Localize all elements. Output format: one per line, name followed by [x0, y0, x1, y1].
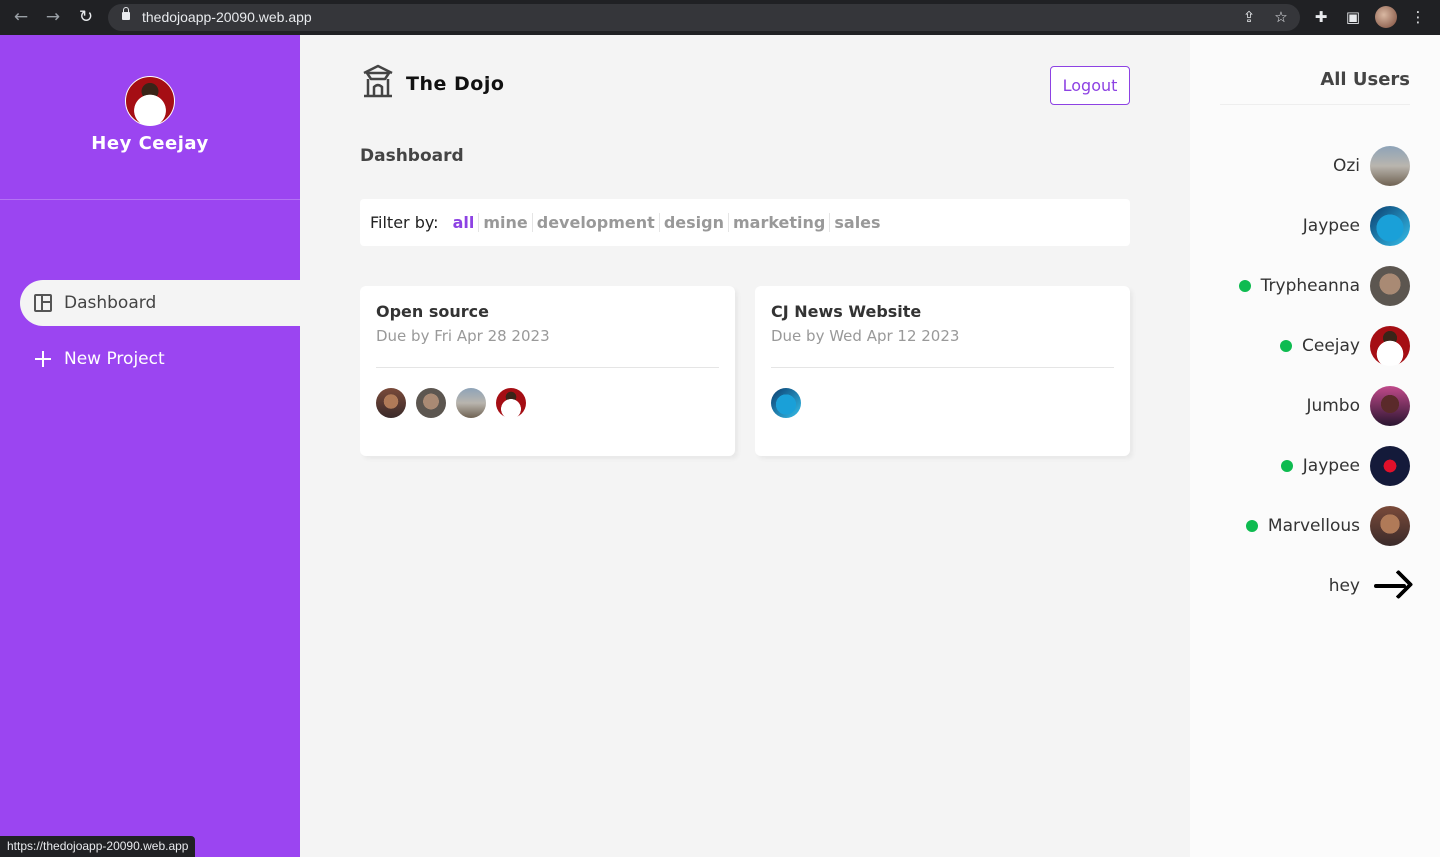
project-due-date: Due by Wed Apr 12 2023: [771, 327, 960, 345]
divider: [1220, 104, 1410, 105]
user-list-item: Jaypee: [1303, 206, 1410, 246]
assigned-user-avatar: [376, 388, 406, 418]
browser-toolbar: ← → ↻ thedojoapp-20090.web.app ⇪ ☆ ✚ ▣ ⋮: [0, 0, 1440, 35]
user-name: Jaypee: [1302, 216, 1360, 236]
avatar: [125, 76, 175, 126]
sidebar-item-label: Dashboard: [64, 293, 157, 313]
divider: [376, 367, 719, 368]
filter-option-development[interactable]: development: [533, 213, 660, 232]
users-panel: All Users Ozi Jaypee Trypheanna Ceejay J…: [1190, 35, 1440, 857]
user-greeting: Hey Ceejay: [91, 133, 209, 154]
project-card[interactable]: CJ News Website Due by Wed Apr 12 2023: [755, 286, 1130, 456]
address-bar[interactable]: thedojoapp-20090.web.app ⇪ ☆: [108, 4, 1300, 31]
assigned-user-avatar: [456, 388, 486, 418]
extensions-icon[interactable]: ✚: [1310, 6, 1332, 28]
back-icon[interactable]: ←: [10, 6, 32, 28]
avatar: [1370, 326, 1410, 366]
project-name: CJ News Website: [771, 302, 922, 321]
user-name: Jumbo: [1306, 396, 1360, 416]
dashboard-icon: [34, 294, 52, 312]
sidebar-user: Hey Ceejay: [0, 35, 300, 200]
forward-icon[interactable]: →: [42, 6, 64, 28]
sidebar-item-label: New Project: [64, 349, 165, 369]
project-name: Open source: [376, 302, 489, 321]
filter-option-marketing[interactable]: marketing: [729, 213, 831, 232]
arrow-right-icon: [1370, 566, 1410, 606]
assigned-user-avatar: [771, 388, 801, 418]
assigned-users: [376, 388, 719, 418]
brand-title: The Dojo: [406, 73, 505, 95]
share-icon[interactable]: ⇪: [1238, 6, 1260, 28]
bookmark-star-icon[interactable]: ☆: [1270, 6, 1292, 28]
divider: [771, 367, 1114, 368]
user-list-item: Jaypee: [1280, 446, 1410, 486]
assigned-user-avatar: [496, 388, 526, 418]
user-name: Ozi: [1332, 156, 1360, 176]
online-status-dot: [1238, 280, 1251, 292]
filter-option-all[interactable]: all: [449, 213, 480, 232]
project-due-date: Due by Fri Apr 28 2023: [376, 327, 550, 345]
user-list-item: Marvellous: [1245, 506, 1410, 546]
users-panel-title: All Users: [1320, 69, 1410, 90]
user-list-item: hey: [1329, 566, 1410, 606]
sidebar-item-dashboard[interactable]: Dashboard: [20, 280, 300, 326]
menu-kebab-icon[interactable]: ⋮: [1407, 6, 1429, 28]
online-status-dot: [1245, 520, 1258, 532]
user-name: Jaypee: [1302, 456, 1360, 476]
plus-icon: [34, 350, 52, 368]
logout-button[interactable]: Logout: [1050, 66, 1130, 105]
online-status-dot: [1280, 340, 1292, 352]
lock-icon: [122, 7, 130, 20]
project-filter: Filter by: all mine development design m…: [360, 199, 1130, 246]
avatar: [1370, 506, 1410, 546]
reload-icon[interactable]: ↻: [75, 6, 97, 28]
user-name: Ceejay: [1302, 336, 1360, 356]
page-title: Dashboard: [360, 146, 464, 166]
assigned-user-avatar: [416, 388, 446, 418]
sidebar: Hey Ceejay Dashboard New Project: [0, 35, 300, 857]
assigned-users: [771, 388, 1114, 418]
user-name: hey: [1328, 576, 1360, 596]
filter-option-mine[interactable]: mine: [479, 213, 533, 232]
filter-label: Filter by:: [370, 213, 439, 232]
sidepanel-icon[interactable]: ▣: [1342, 6, 1364, 28]
user-list-item: Trypheanna: [1238, 266, 1410, 306]
sidebar-item-new-project[interactable]: New Project: [20, 336, 300, 382]
link-status-tooltip: https://thedojoapp-20090.web.app: [0, 836, 196, 857]
avatar: [1370, 146, 1410, 186]
online-status-dot: [1280, 460, 1293, 472]
user-list-item: Ceejay: [1280, 326, 1410, 366]
user-name: Marvellous: [1267, 516, 1360, 536]
project-card[interactable]: Open source Due by Fri Apr 28 2023: [360, 286, 735, 456]
filter-option-sales[interactable]: sales: [830, 213, 884, 232]
filter-option-design[interactable]: design: [660, 213, 729, 232]
user-name: Trypheanna: [1260, 276, 1360, 296]
browser-profile-avatar[interactable]: [1375, 6, 1397, 28]
url-text: thedojoapp-20090.web.app: [142, 9, 312, 25]
avatar: [1370, 266, 1410, 306]
user-list-item: Ozi: [1333, 146, 1410, 186]
avatar: [1370, 386, 1410, 426]
user-list-item: Jumbo: [1306, 386, 1410, 426]
temple-logo-icon: [363, 64, 393, 98]
avatar: [1370, 446, 1410, 486]
avatar: [1370, 206, 1410, 246]
